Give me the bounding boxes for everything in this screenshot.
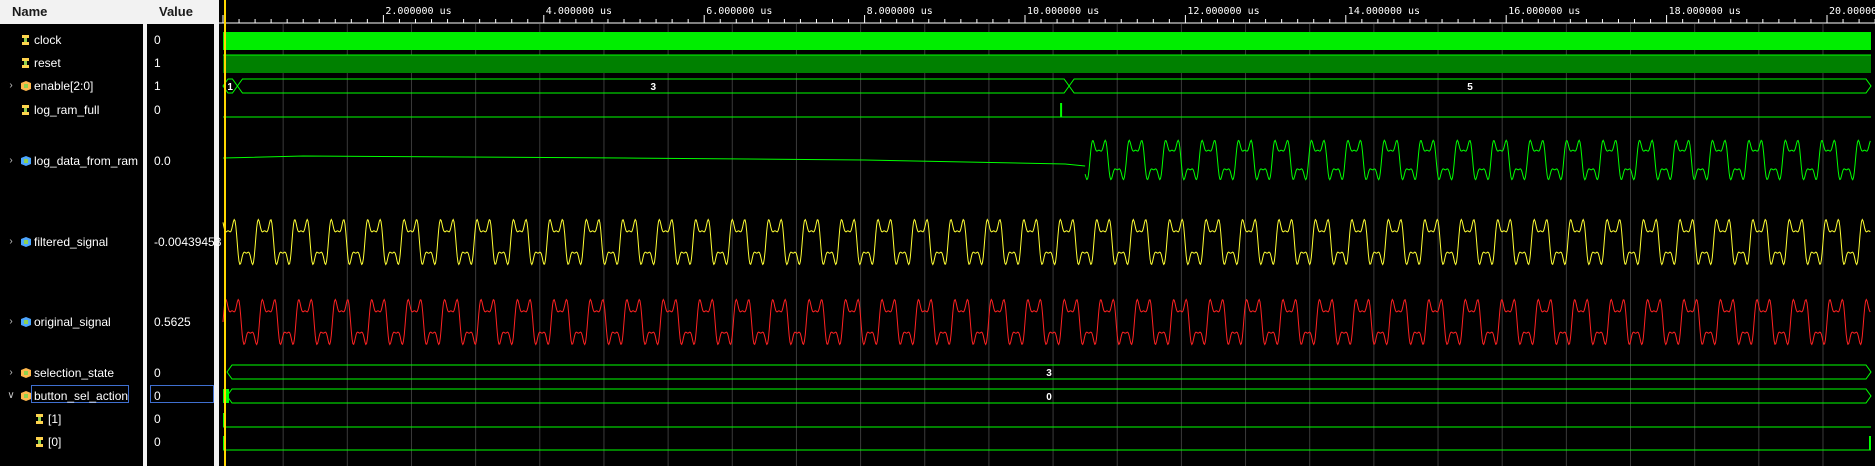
signal-value-original-signal: 0.5625 [154, 315, 191, 329]
ruler-label: 4.000000 us [546, 6, 612, 17]
signal-name-label: button_sel_action [34, 389, 129, 403]
selection-state-bus-label: 3 [1046, 368, 1052, 379]
ruler-label: 18.000000 us [1669, 6, 1741, 17]
enable-bus-segment-label: 1 [227, 82, 233, 93]
single-bit-signal-icon [36, 414, 43, 424]
bus-signal-icon [21, 391, 31, 401]
signal-name-label: original_signal [34, 315, 111, 329]
bus-signal-icon [21, 368, 31, 378]
signal-value-filtered-signal: -0.00439453 [154, 235, 222, 249]
signal-row-0[interactable]: [0] [0, 432, 143, 452]
log-data-flat-trace [222, 155, 1086, 167]
signal-name-label: filtered_signal [34, 235, 109, 249]
single-bit-signal-icon [22, 58, 29, 68]
signal-name-label: log_data_from_ram [34, 154, 139, 168]
signal-row-log-ram-full[interactable]: log_ram_full [0, 100, 143, 120]
ruler-label: 8.000000 us [867, 6, 933, 17]
ruler-label: 12.000000 us [1187, 6, 1259, 17]
ruler-label: 2.000000 us [385, 6, 451, 17]
clock-waveform [223, 32, 1871, 50]
single-bit-signal-icon [36, 437, 43, 447]
expand-chevron-icon[interactable]: › [6, 312, 16, 332]
signal-name-label: enable[2:0] [34, 79, 94, 93]
signal-row-reset[interactable]: reset [0, 53, 143, 73]
signal-value-log-ram-full: 0 [154, 103, 161, 117]
ruler-label: 10.000000 us [1027, 6, 1099, 17]
signal-value-selection-state: 0 [154, 366, 161, 380]
waveform-view[interactable]: 2.000000 us 4.000000 us 6.000000 us 8.00000… [219, 0, 1875, 466]
signal-name-label: clock [34, 33, 62, 47]
time-ruler: 2.000000 us 4.000000 us 6.000000 us 8.00000… [219, 0, 1875, 24]
signal-row-filtered-signal[interactable]: › filtered_signal [0, 232, 143, 252]
signal-value-enable-2-0: 1 [154, 79, 161, 93]
signal-row-selection-state[interactable]: › selection_state [0, 363, 143, 383]
value-header[interactable]: Value [147, 0, 214, 24]
original-signal-waveform [222, 298, 1871, 346]
signal-value-reset: 1 [154, 56, 161, 70]
signal-value-log-data-from-ram: 0.0 [154, 154, 171, 168]
signal-name-label: [1] [48, 412, 62, 426]
signal-row-enable-2-0[interactable]: › enable[2:0] [0, 76, 143, 96]
signal-name-label: log_ram_full [34, 103, 100, 117]
button-bit0-end-pulse [1869, 436, 1871, 450]
signal-row-button-sel-action[interactable]: ∨ button_sel_action [0, 386, 143, 406]
single-bit-signal-icon [22, 35, 29, 45]
analog-signal-icon [21, 237, 31, 247]
enable-bus-segment-label: 3 [650, 82, 656, 93]
enable-bus-segment-label: 5 [1467, 82, 1473, 93]
single-bit-signal-icon [22, 105, 29, 115]
signal-row-log-data-from-ram[interactable]: › log_data_from_ram [0, 151, 143, 171]
ruler-label: 20.000000 [1829, 6, 1875, 17]
filtered-signal-waveform [222, 218, 1871, 266]
signal-name-label: selection_state [34, 366, 115, 380]
signal-value-clock: 0 [154, 33, 161, 47]
name-header[interactable]: Name [0, 0, 143, 24]
button-sel-action-bus-label: 0 [1046, 392, 1052, 403]
analog-signal-icon [21, 317, 31, 327]
expand-chevron-icon[interactable]: › [6, 232, 16, 252]
expand-chevron-icon[interactable]: › [6, 363, 16, 383]
ruler-label: 14.000000 us [1348, 6, 1420, 17]
signal-name-label: [0] [48, 435, 62, 449]
signal-row-clock[interactable]: clock [0, 30, 143, 50]
ruler-label: 6.000000 us [706, 6, 772, 17]
reset-waveform [223, 55, 1871, 73]
log-data-from-ram-waveform [1084, 139, 1871, 181]
signal-name-label: reset [34, 56, 61, 70]
signal-value-1: 0 [154, 412, 161, 426]
signal-value-button-sel-action: 0 [154, 389, 161, 403]
signal-row-original-signal[interactable]: › original_signal [0, 312, 143, 332]
expand-chevron-icon[interactable]: › [6, 76, 16, 96]
signal-value-0: 0 [154, 435, 161, 449]
collapse-chevron-icon[interactable]: ∨ [6, 386, 16, 406]
ruler-label: 16.000000 us [1508, 6, 1580, 17]
analog-signal-icon [21, 156, 31, 166]
signal-row-1[interactable]: [1] [0, 409, 143, 429]
bus-signal-icon [21, 81, 31, 91]
expand-chevron-icon[interactable]: › [6, 151, 16, 171]
